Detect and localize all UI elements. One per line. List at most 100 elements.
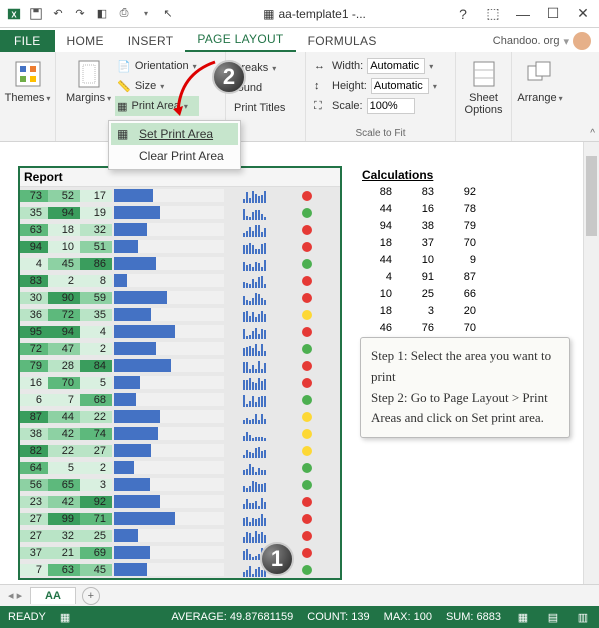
cell[interactable]: 70 bbox=[442, 237, 484, 254]
table-row[interactable]: 49187 bbox=[358, 271, 484, 288]
cell[interactable]: 44 bbox=[358, 203, 400, 220]
cell[interactable]: 32 bbox=[80, 224, 112, 236]
cell[interactable]: 51 bbox=[80, 241, 112, 253]
cell[interactable]: 36 bbox=[20, 309, 48, 321]
cell[interactable]: 25 bbox=[80, 530, 112, 542]
table-row[interactable]: 102566 bbox=[358, 288, 484, 305]
table-row[interactable]: 367235 bbox=[20, 306, 340, 323]
cell[interactable]: 52 bbox=[48, 190, 80, 202]
cell[interactable]: 63 bbox=[20, 224, 48, 236]
cell[interactable]: 88 bbox=[358, 186, 400, 203]
cell[interactable]: 59 bbox=[80, 292, 112, 304]
table-row[interactable]: 309059 bbox=[20, 289, 340, 306]
table-row[interactable]: 44586 bbox=[20, 255, 340, 272]
cell[interactable]: 4 bbox=[20, 258, 48, 270]
cell[interactable]: 92 bbox=[80, 496, 112, 508]
cell[interactable]: 42 bbox=[48, 428, 80, 440]
cell[interactable]: 94 bbox=[48, 207, 80, 219]
cell[interactable]: 65 bbox=[48, 479, 80, 491]
cell[interactable]: 19 bbox=[80, 207, 112, 219]
cell[interactable]: 10 bbox=[358, 288, 400, 305]
cell[interactable]: 16 bbox=[20, 377, 48, 389]
help-icon[interactable]: ? bbox=[451, 4, 475, 24]
cell[interactable]: 18 bbox=[48, 224, 80, 236]
cell[interactable]: 22 bbox=[48, 445, 80, 457]
cell[interactable]: 37 bbox=[20, 547, 48, 559]
tab-home[interactable]: HOME bbox=[55, 30, 116, 52]
table-row[interactable]: 95944 bbox=[20, 323, 340, 340]
qat-icon[interactable]: ⎙ bbox=[114, 4, 134, 24]
table-row[interactable]: 941051 bbox=[20, 238, 340, 255]
height-input[interactable] bbox=[371, 78, 429, 94]
cell[interactable]: 2 bbox=[80, 343, 112, 355]
qat-icon[interactable]: ◧ bbox=[92, 4, 112, 24]
cell[interactable]: 71 bbox=[80, 513, 112, 525]
table-row[interactable]: 735217 bbox=[20, 187, 340, 204]
cell[interactable]: 27 bbox=[20, 513, 48, 525]
cell[interactable]: 72 bbox=[48, 309, 80, 321]
menu-set-print-area[interactable]: ▦ Set Print Area bbox=[111, 123, 238, 145]
cell[interactable]: 23 bbox=[20, 496, 48, 508]
cell[interactable]: 10 bbox=[48, 241, 80, 253]
cell[interactable]: 90 bbox=[48, 292, 80, 304]
cell[interactable]: 84 bbox=[80, 360, 112, 372]
table-row[interactable]: 183770 bbox=[358, 237, 484, 254]
excel-icon[interactable]: X bbox=[4, 4, 24, 24]
table-row[interactable]: 359419 bbox=[20, 204, 340, 221]
cell[interactable]: 27 bbox=[20, 530, 48, 542]
cell[interactable]: 47 bbox=[48, 343, 80, 355]
table-row[interactable]: 792884 bbox=[20, 357, 340, 374]
cell[interactable]: 64 bbox=[20, 462, 48, 474]
scale-input[interactable] bbox=[367, 98, 415, 114]
minimize-icon[interactable]: — bbox=[511, 4, 535, 24]
table-row[interactable]: 441678 bbox=[358, 203, 484, 220]
cell[interactable]: 70 bbox=[48, 377, 80, 389]
tab-page-layout[interactable]: PAGE LAYOUT bbox=[185, 28, 295, 52]
add-sheet-button[interactable]: + bbox=[82, 587, 100, 605]
cell[interactable]: 37 bbox=[400, 237, 442, 254]
view-pagelayout-icon[interactable]: ▤ bbox=[545, 609, 561, 625]
cell[interactable]: 32 bbox=[48, 530, 80, 542]
undo-icon[interactable]: ↶ bbox=[48, 4, 68, 24]
cell[interactable]: 72 bbox=[20, 343, 48, 355]
view-normal-icon[interactable]: ▦ bbox=[515, 609, 531, 625]
sheet-tab-aa[interactable]: AA bbox=[30, 587, 76, 604]
table-row[interactable]: 56653 bbox=[20, 476, 340, 493]
cell[interactable]: 2 bbox=[48, 275, 80, 287]
table-row[interactable]: 631832 bbox=[20, 221, 340, 238]
cell[interactable]: 7 bbox=[20, 564, 48, 576]
menu-clear-print-area[interactable]: Clear Print Area bbox=[111, 145, 238, 167]
width-input[interactable] bbox=[367, 58, 425, 74]
report-selection[interactable]: Report 735217359419631832941051445868328… bbox=[18, 166, 342, 580]
collapse-ribbon-icon[interactable]: ^ bbox=[590, 128, 595, 139]
height-control[interactable]: ↕Height:▾ bbox=[312, 76, 449, 96]
cell[interactable]: 79 bbox=[20, 360, 48, 372]
cell[interactable]: 17 bbox=[80, 190, 112, 202]
cell[interactable]: 35 bbox=[80, 309, 112, 321]
cell[interactable]: 25 bbox=[400, 288, 442, 305]
vertical-scrollbar[interactable] bbox=[583, 142, 599, 584]
table-row[interactable]: 44109 bbox=[358, 254, 484, 271]
pointer-icon[interactable]: ↖ bbox=[158, 4, 178, 24]
cell[interactable]: 94 bbox=[20, 241, 48, 253]
cell[interactable]: 3 bbox=[400, 305, 442, 322]
cell[interactable]: 69 bbox=[80, 547, 112, 559]
tab-insert[interactable]: INSERT bbox=[116, 30, 186, 52]
close-icon[interactable]: ✕ bbox=[571, 4, 595, 24]
cell[interactable]: 22 bbox=[80, 411, 112, 423]
cell[interactable]: 56 bbox=[20, 479, 48, 491]
cell[interactable]: 4 bbox=[80, 326, 112, 338]
cell[interactable]: 45 bbox=[80, 564, 112, 576]
cell[interactable]: 78 bbox=[442, 203, 484, 220]
table-row[interactable]: 279971 bbox=[20, 510, 340, 527]
save-icon[interactable] bbox=[26, 4, 46, 24]
cell[interactable]: 2 bbox=[80, 462, 112, 474]
cell[interactable]: 87 bbox=[442, 271, 484, 288]
cell[interactable]: 20 bbox=[442, 305, 484, 322]
cell[interactable]: 16 bbox=[400, 203, 442, 220]
tab-formulas[interactable]: FORMULAS bbox=[296, 30, 389, 52]
cell[interactable]: 35 bbox=[20, 207, 48, 219]
table-row[interactable]: 8328 bbox=[20, 272, 340, 289]
view-pagebreak-icon[interactable]: ▥ bbox=[575, 609, 591, 625]
cell[interactable]: 83 bbox=[20, 275, 48, 287]
